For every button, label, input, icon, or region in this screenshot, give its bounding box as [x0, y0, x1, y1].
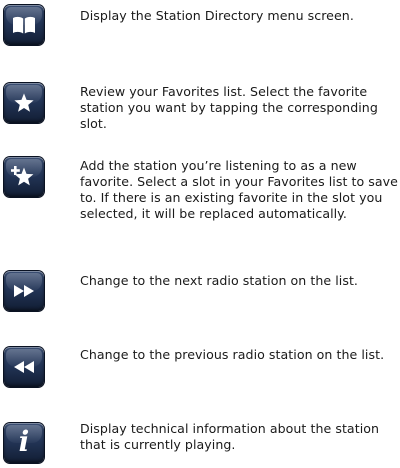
item-description: Add the station you’re listening to as a…	[80, 158, 398, 221]
favorites-button[interactable]	[4, 83, 44, 123]
station-directory-button[interactable]	[4, 5, 44, 45]
item-description: Review your Favorites list. Select the f…	[80, 84, 378, 131]
next-station-button[interactable]	[4, 271, 44, 311]
add-favorite-button[interactable]	[4, 157, 44, 197]
open-book-icon	[13, 16, 35, 34]
star-icon	[14, 93, 34, 112]
info-icon: i	[18, 425, 30, 458]
previous-station-button[interactable]	[4, 347, 44, 387]
item-description: Display the Station Directory menu scree…	[80, 8, 354, 23]
item-description: Change to the next radio station on the …	[80, 273, 358, 288]
item-description: Display technical information about the …	[80, 421, 380, 452]
add-star-icon	[11, 166, 34, 186]
info-button[interactable]: i	[4, 423, 44, 463]
rewind-icon	[14, 361, 34, 373]
item-description: Change to the previous radio station on …	[80, 347, 385, 362]
fast-forward-icon	[14, 285, 34, 297]
